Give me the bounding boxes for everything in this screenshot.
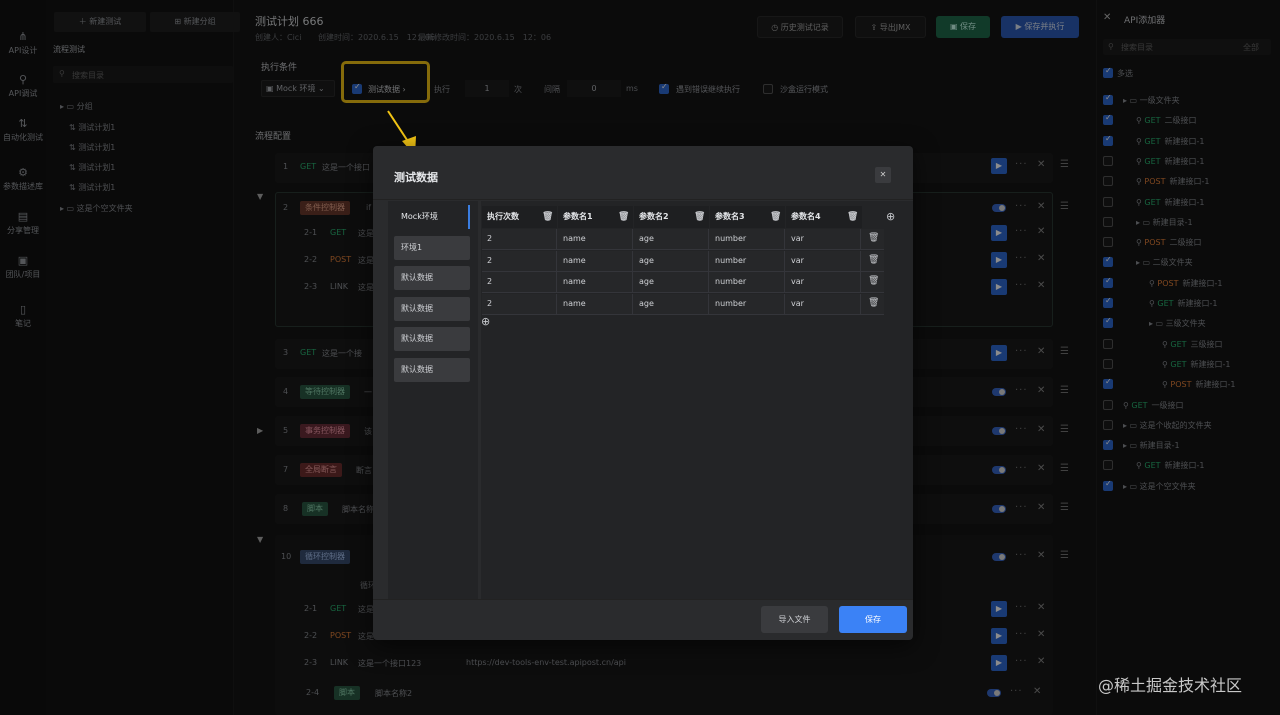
table-header: 执行次数 🗑 bbox=[482, 206, 557, 228]
import-file-button[interactable]: 导入文件 bbox=[761, 606, 828, 633]
delete-column-icon[interactable]: 🗑 bbox=[694, 206, 705, 228]
delete-row-icon[interactable]: 🗑 bbox=[868, 233, 879, 243]
table-cell[interactable]: age bbox=[639, 293, 709, 314]
table-cell[interactable]: 2 bbox=[487, 250, 557, 271]
table-cell[interactable]: var bbox=[791, 229, 861, 249]
add-row-icon[interactable]: ⊕ bbox=[481, 315, 490, 328]
delete-row-icon[interactable]: 🗑 bbox=[868, 298, 879, 308]
watermark: @稀土掘金技术社区 bbox=[1098, 676, 1243, 695]
delete-row-icon[interactable]: 🗑 bbox=[868, 255, 879, 265]
modal-title: 测试数据 bbox=[394, 171, 438, 184]
table-cell[interactable]: 2 bbox=[487, 293, 557, 314]
delete-column-icon[interactable]: 🗑 bbox=[618, 206, 629, 228]
env-item[interactable]: 默认数据 bbox=[394, 297, 470, 321]
save-modal-button[interactable]: 保存 bbox=[839, 606, 907, 633]
delete-row-icon[interactable]: 🗑 bbox=[868, 276, 879, 286]
table-header: 参数名2 🗑 bbox=[634, 206, 709, 228]
table-cell[interactable]: number bbox=[715, 272, 785, 292]
env-list bbox=[388, 201, 478, 599]
table-cell[interactable]: name bbox=[563, 229, 633, 249]
table-cell[interactable]: var bbox=[791, 293, 861, 314]
env-item[interactable]: 默认数据 bbox=[394, 327, 470, 351]
table-cell[interactable]: var bbox=[791, 250, 861, 271]
env-item[interactable]: 默认数据 bbox=[394, 358, 470, 382]
table-cell[interactable]: age bbox=[639, 229, 709, 249]
table-header: 参数名4 🗑 bbox=[786, 206, 862, 228]
table-cell[interactable]: number bbox=[715, 229, 785, 249]
table-cell[interactable]: number bbox=[715, 250, 785, 271]
divider bbox=[373, 199, 913, 200]
test-data-modal: 测试数据 ✕ Mock环境 环境1 默认数据 默认数据 默认数据 默认数据 执行… bbox=[373, 146, 913, 640]
env-item[interactable]: 环境1 bbox=[394, 236, 470, 260]
table-cell[interactable]: name bbox=[563, 293, 633, 314]
table-cell[interactable]: 2 bbox=[487, 272, 557, 292]
table-cell[interactable]: number bbox=[715, 293, 785, 314]
divider bbox=[373, 599, 913, 600]
table-cell[interactable]: 2 bbox=[487, 229, 557, 249]
close-icon[interactable]: ✕ bbox=[875, 167, 891, 183]
delete-column-icon[interactable]: 🗑 bbox=[770, 206, 781, 228]
table-cell[interactable]: name bbox=[563, 272, 633, 292]
delete-column-icon[interactable]: 🗑 bbox=[542, 206, 553, 228]
table-cell[interactable]: age bbox=[639, 272, 709, 292]
table-header: 参数名3 🗑 bbox=[710, 206, 785, 228]
env-item-active[interactable]: Mock环境 bbox=[394, 205, 470, 229]
table-cell[interactable]: var bbox=[791, 272, 861, 292]
table-cell[interactable]: age bbox=[639, 250, 709, 271]
add-column-icon[interactable]: ⊕ bbox=[886, 210, 895, 223]
table-cell[interactable]: name bbox=[563, 250, 633, 271]
delete-column-icon[interactable]: 🗑 bbox=[847, 206, 858, 228]
env-item[interactable]: 默认数据 bbox=[394, 266, 470, 290]
table-header: 参数名1 🗑 bbox=[558, 206, 633, 228]
